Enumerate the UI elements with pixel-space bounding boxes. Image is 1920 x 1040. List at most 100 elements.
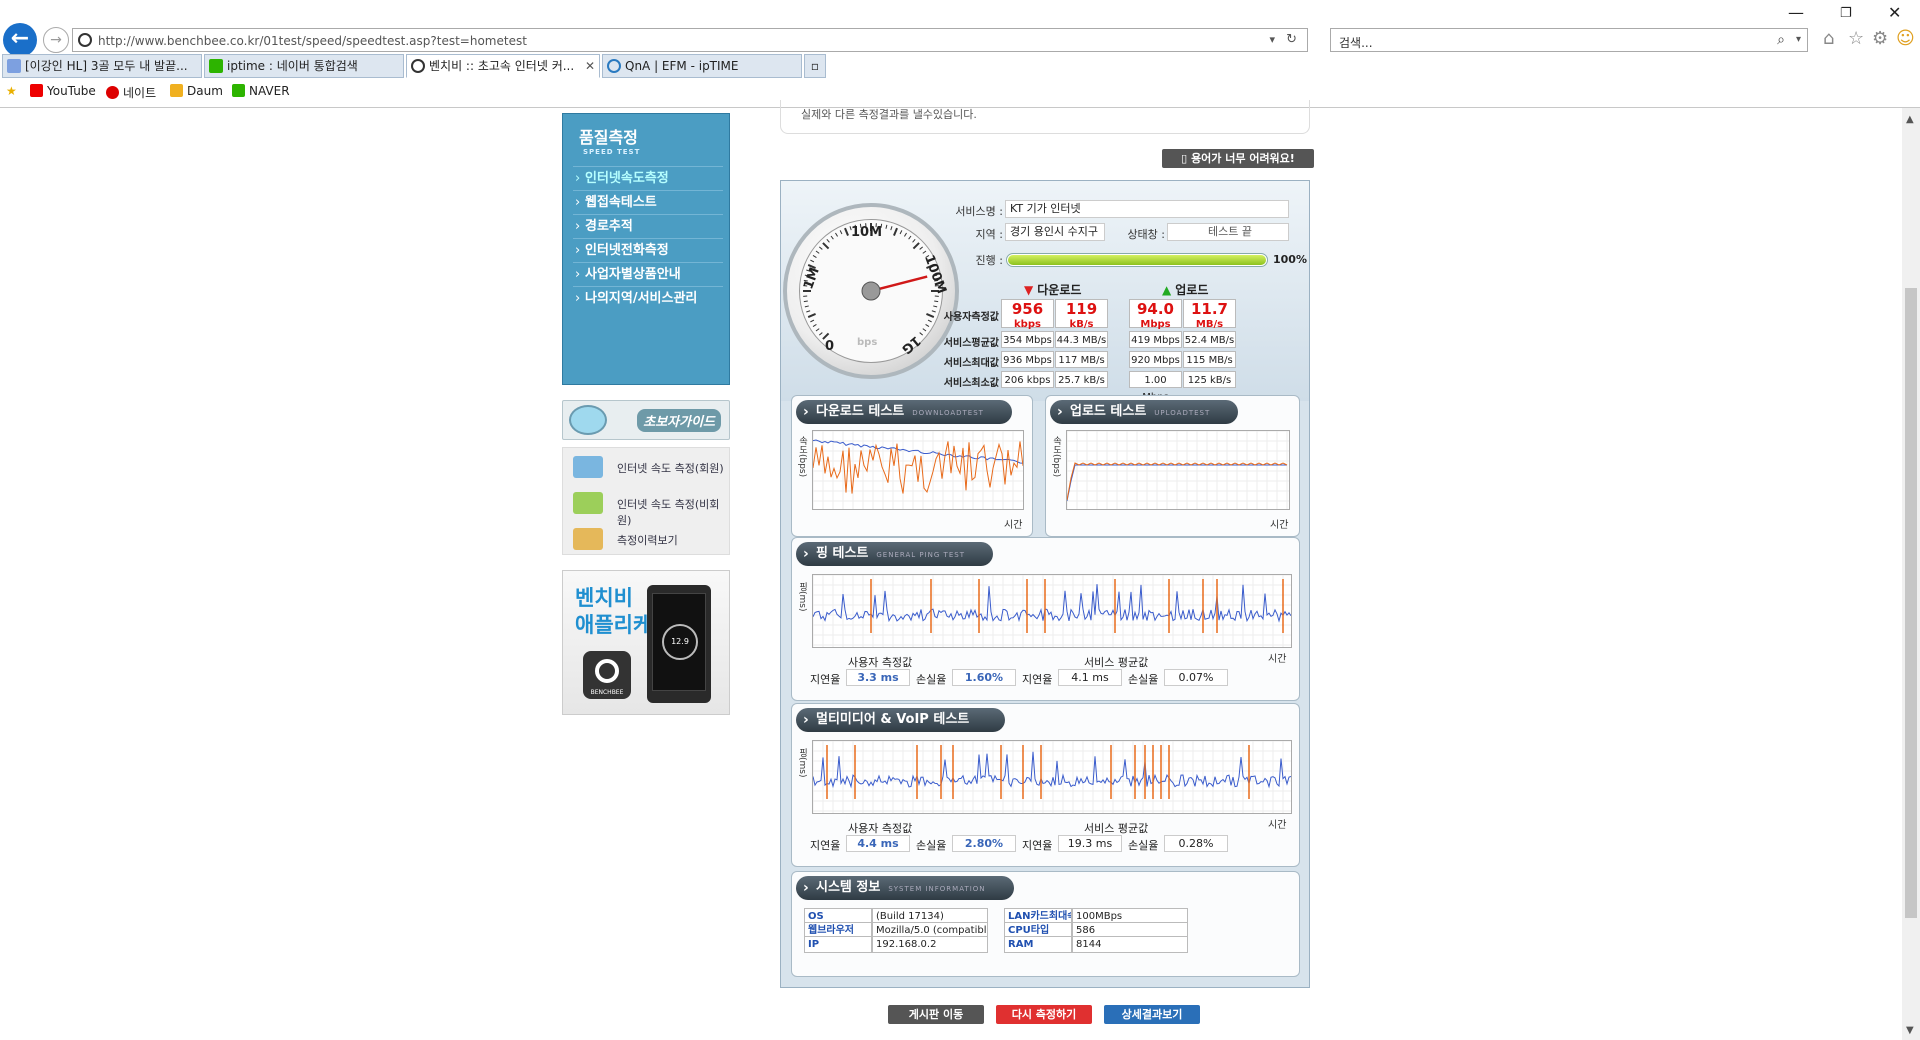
- gauge-tick: [885, 224, 888, 229]
- progress-label: 진행 :: [975, 254, 1003, 267]
- scroll-thumb[interactable]: [1905, 288, 1917, 918]
- bookmark-youtube[interactable]: YouTube: [30, 84, 96, 98]
- voip-user-label: 사용자 측정값: [848, 822, 913, 835]
- scroll-down-icon[interactable]: ▼: [1906, 1025, 1914, 1036]
- status-label: 상태창 :: [1127, 228, 1165, 241]
- ping-user-loss: 1.60%: [952, 669, 1016, 686]
- tab-4[interactable]: QnA | EFM - ipTIME: [602, 54, 802, 78]
- home-icon[interactable]: ⌂: [1823, 28, 1834, 49]
- ping-user-delay-label: 지연율: [810, 673, 841, 686]
- naver-icon: [209, 59, 223, 73]
- close-icon[interactable]: ✕: [1888, 3, 1901, 22]
- ping-ylabel: 핑(ms): [797, 582, 807, 612]
- vertical-scrollbar[interactable]: ▲ ▼: [1902, 108, 1920, 1040]
- bookmark-daum[interactable]: Daum: [170, 84, 223, 98]
- tab-label: 벤치비 :: 초고속 인터넷 커...: [429, 59, 575, 73]
- upload-heading: ▲ 업로드: [1162, 283, 1209, 297]
- side-item-products[interactable]: 사업자별상품안내: [573, 262, 723, 286]
- gauge-tick: [919, 332, 924, 336]
- beginner-guide-banner[interactable]: 초보자가이드: [562, 400, 730, 440]
- gauge-tick: [810, 259, 815, 263]
- tab-2[interactable]: iptime : 네이버 통합검색: [204, 54, 404, 78]
- side-item-speed-test[interactable]: 인터넷속도측정: [573, 166, 723, 190]
- back-button[interactable]: ←: [3, 23, 37, 57]
- speed-value: 11.7: [1190, 300, 1228, 318]
- gauge-tick: [933, 305, 938, 308]
- phone-screen: 12.9: [652, 593, 706, 691]
- close-tab-icon[interactable]: ✕: [585, 55, 595, 77]
- voip-service-delay: 19.3 ms: [1058, 835, 1122, 852]
- app-banner[interactable]: 벤치비 애플리케이션 12.9 BENCHBEE: [562, 570, 730, 715]
- globe-icon: [607, 59, 621, 73]
- service-name-value: KT 기가 인터넷: [1005, 200, 1289, 218]
- address-bar[interactable]: http://www.benchbee.co.kr/01test/speed/s…: [72, 28, 1308, 52]
- search-icon[interactable]: ⌕: [1777, 32, 1785, 48]
- new-tab-button[interactable]: ▫: [804, 54, 826, 78]
- forward-button[interactable]: →: [43, 27, 69, 53]
- chevron-down-icon[interactable]: ▾: [1269, 33, 1275, 46]
- speed-cell: 11.7 MB/s: [1183, 299, 1236, 330]
- side-menu: 품질측정 SPEED TEST 인터넷속도측정 웹접속테스트 경로추적 인터넷전…: [562, 113, 730, 385]
- voip-user-loss-label: 손실율: [916, 839, 947, 852]
- speed-row-label: 서비스최소값: [943, 378, 999, 389]
- logo-ring-icon: [595, 659, 619, 683]
- link-guest-test[interactable]: 인터넷 속도 측정(비회원): [563, 484, 731, 527]
- naver-icon: [232, 84, 245, 97]
- address-url[interactable]: http://www.benchbee.co.kr/01test/speed/s…: [98, 34, 527, 48]
- gauge-label-10m: 10M: [851, 225, 883, 240]
- gauge-tick: [899, 230, 903, 235]
- gear-icon[interactable]: ⚙: [1872, 28, 1888, 49]
- speed-unit: MB/s: [1195, 319, 1224, 330]
- link-history[interactable]: 측정이력보기: [563, 520, 731, 556]
- voip-service-delay-label: 지연율: [1022, 839, 1053, 852]
- ping-graph: [812, 574, 1292, 648]
- top-note-panel: 실제와 다른 측정결과를 낼수있습니다.: [780, 100, 1310, 134]
- side-item-traceroute[interactable]: 경로추적: [573, 214, 723, 238]
- scroll-up-icon[interactable]: ▲: [1906, 114, 1914, 125]
- gauge-tick: [912, 238, 916, 243]
- side-item-voip[interactable]: 인터넷전화측정: [573, 238, 723, 262]
- refresh-icon[interactable]: ↻: [1286, 32, 1297, 47]
- tab-3[interactable]: 벤치비 :: 초고속 인터넷 커... ✕: [406, 54, 600, 78]
- side-item-my-region[interactable]: 나의지역/서비스관리: [573, 286, 723, 310]
- smiley-icon[interactable]: ☺: [1896, 28, 1915, 49]
- tab-1[interactable]: [이강인 HL] 3골 모두 내 발끝...: [2, 54, 202, 78]
- gauge-tick: [812, 324, 817, 327]
- link-member-test[interactable]: 인터넷 속도 측정(회원): [563, 448, 731, 484]
- side-item-web-test[interactable]: 웹접속테스트: [573, 190, 723, 214]
- ping-service-loss: 0.07%: [1164, 669, 1228, 686]
- search-input[interactable]: 검색... ⌕ ▾: [1330, 28, 1808, 52]
- speed-row: 사용자측정값 956 kbps 119 kB/s 94.0 Mbps 11.7 MB/s: [941, 299, 1305, 330]
- ping-xlabel: 시간: [1268, 654, 1287, 665]
- minimize-icon[interactable]: —: [1788, 3, 1804, 22]
- speed-cell: 206 kbps: [1001, 371, 1054, 388]
- gauge-tick: [926, 313, 935, 318]
- detail-results-button[interactable]: 상세결과보기: [1104, 1005, 1200, 1024]
- download-graph-svg: [812, 430, 1024, 509]
- gauge-tick: [904, 232, 907, 237]
- side-menu-subtitle: SPEED TEST: [583, 148, 641, 156]
- tab-favicon-icon: [7, 59, 21, 73]
- voip-user-delay-label: 지연율: [810, 839, 841, 852]
- voip-xlabel: 시간: [1268, 820, 1287, 831]
- retest-button[interactable]: 다시 측정하기: [996, 1005, 1092, 1024]
- restore-icon[interactable]: ❐: [1840, 6, 1852, 21]
- speed-cell: 44.3 MB/s: [1055, 331, 1108, 348]
- gauge-tick: [925, 324, 930, 327]
- gauge-tick: [830, 235, 834, 240]
- gauge-tick: [818, 246, 823, 250]
- bookmark-nate[interactable]: 네이트: [106, 84, 156, 101]
- chevron-down-icon[interactable]: ▾: [1796, 34, 1801, 45]
- star-icon[interactable]: ☆: [1848, 28, 1864, 49]
- bookmark-naver[interactable]: NAVER: [232, 84, 290, 98]
- help-button[interactable]: ▯ 용어가 너무 어려워요!: [1162, 149, 1314, 168]
- system-info-key: RAM: [1004, 936, 1072, 953]
- download-user-line: [812, 441, 1024, 494]
- speed-gauge: 10M 100M 1G 1M 0 bps: [783, 203, 959, 379]
- progress-fill: [1008, 255, 1266, 265]
- gauge-tick: [806, 310, 811, 313]
- search-placeholder[interactable]: 검색...: [1339, 34, 1373, 51]
- board-button[interactable]: 게시판 이동: [888, 1005, 984, 1024]
- sub-links: 인터넷 속도 측정(회원) 인터넷 속도 측정(비회원) 측정이력보기: [562, 447, 730, 555]
- favorites-star-icon[interactable]: ★: [6, 84, 17, 98]
